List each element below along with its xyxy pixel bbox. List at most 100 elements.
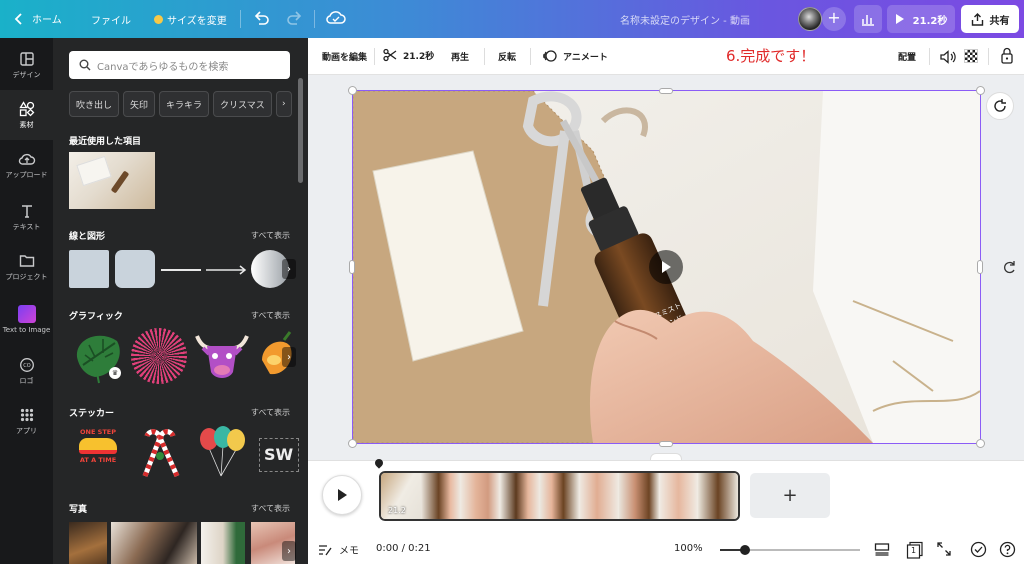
rail-item-text-to-image[interactable]: Text to Image — [0, 294, 53, 344]
sticker-one-step[interactable]: ONE STEP AT A TIME — [71, 428, 125, 478]
rail-item-design[interactable]: デザイン — [0, 40, 53, 90]
sticker-sw-text[interactable]: SW — [259, 438, 299, 472]
trim-button[interactable]: 21.2秒 — [383, 48, 434, 62]
resize-handle-bottom-left[interactable] — [348, 439, 357, 448]
clip-frame — [579, 473, 620, 519]
photo-thumbnail[interactable] — [69, 522, 107, 564]
photo-thumbnail[interactable] — [111, 522, 197, 564]
recent-item-thumbnail[interactable] — [69, 152, 155, 209]
video-play-button[interactable] — [649, 250, 683, 284]
page-count-button[interactable]: 1 — [906, 541, 924, 559]
undo-button[interactable] — [253, 10, 271, 26]
rail-item-apps[interactable]: アプリ — [0, 396, 53, 446]
graphic-bull-head[interactable] — [193, 328, 251, 384]
divider — [988, 48, 989, 65]
edit-video-button[interactable]: 動画を編集 — [322, 50, 367, 63]
home-label: ホーム — [32, 15, 62, 26]
graphics-see-all-link[interactable]: すべて表示 — [251, 310, 290, 321]
timeline-play-button[interactable] — [322, 475, 362, 515]
divider — [484, 48, 485, 65]
resize-button[interactable]: サイズを変更 — [154, 12, 227, 27]
position-button[interactable]: 配置 — [898, 50, 916, 63]
rail-item-elements[interactable]: 素材 — [0, 90, 53, 140]
rail-item-text[interactable]: テキスト — [0, 192, 53, 242]
add-page-button[interactable]: + — [750, 473, 830, 518]
document-title[interactable]: 名称未設定のデザイン - 動画 — [620, 12, 750, 27]
file-menu[interactable]: ファイル — [91, 12, 131, 27]
resize-handle-bottom-right[interactable] — [976, 439, 985, 448]
graphic-monstera-leaf[interactable]: ♛ — [69, 327, 127, 385]
lock-button[interactable] — [1000, 47, 1014, 68]
cloud-save-status[interactable] — [326, 10, 346, 26]
search-input[interactable]: Canvaであらゆるものを検索 — [69, 51, 290, 79]
chips-next-button[interactable]: › — [275, 91, 292, 117]
rail-item-logo[interactable]: CO ロゴ — [0, 346, 53, 396]
clip-frame — [698, 473, 738, 519]
clip-frame — [420, 473, 461, 519]
shoe-icon — [79, 438, 117, 454]
text-icon — [21, 204, 32, 218]
trim-duration-label: 21.2秒 — [403, 51, 435, 62]
svg-text:CO: CO — [23, 363, 30, 369]
search-placeholder: Canvaであらゆるものを検索 — [97, 61, 229, 73]
help-icon — [999, 541, 1016, 558]
photos-see-all-link[interactable]: すべて表示 — [251, 503, 290, 514]
notes-icon — [319, 544, 332, 555]
transparency-button[interactable] — [964, 49, 978, 63]
insights-button[interactable] — [854, 5, 882, 33]
recent-section-title: 最近使用した項目 — [69, 137, 142, 147]
avatar[interactable] — [798, 7, 822, 31]
timeline-video-clip[interactable] — [379, 471, 740, 521]
notes-button[interactable]: メモ — [318, 542, 359, 557]
photo-thumbnail[interactable] — [201, 522, 245, 564]
regenerate-button[interactable] — [986, 92, 1014, 120]
shapes-next-arrow[interactable]: › — [282, 259, 296, 279]
chip-christmas[interactable]: クリスマス — [213, 91, 272, 117]
share-button[interactable]: 共有 — [961, 5, 1019, 33]
invite-button[interactable]: + — [822, 7, 846, 31]
resize-handle-top-right[interactable] — [976, 86, 985, 95]
volume-button[interactable] — [940, 49, 956, 68]
present-play-button[interactable]: 21.2秒 — [887, 5, 955, 33]
timeline-view-button[interactable] — [874, 541, 890, 557]
rail-item-projects[interactable]: プロジェクト — [0, 242, 53, 292]
sticker-candy-canes[interactable] — [133, 426, 187, 478]
clip-duration-label: 21.2 — [388, 506, 406, 515]
resize-handle-top-left[interactable] — [348, 86, 357, 95]
zoom-level[interactable]: 100% — [674, 543, 703, 554]
help-button[interactable] — [999, 541, 1016, 558]
fullscreen-button[interactable] — [936, 541, 952, 557]
check-button[interactable] — [970, 541, 987, 558]
shape-rounded-square[interactable] — [115, 250, 155, 288]
chip-arrow[interactable]: 矢印 — [123, 91, 156, 117]
shape-square[interactable] — [69, 250, 109, 288]
elements-panel: Canvaであらゆるものを検索 吹き出し 矢印 キラキラ クリスマス › 最近使… — [53, 38, 308, 564]
flip-button[interactable]: 反転 — [498, 50, 516, 63]
shapes-see-all-link[interactable]: すべて表示 — [251, 230, 290, 241]
shape-arrow-line[interactable] — [206, 262, 248, 276]
panel-scrollbar[interactable] — [298, 78, 303, 183]
redo-button[interactable] — [285, 10, 303, 26]
chip-sparkle[interactable]: キラキラ — [159, 91, 210, 117]
resize-handle-top[interactable] — [659, 88, 673, 94]
photos-next-arrow[interactable]: › — [282, 541, 296, 561]
resize-handle-bottom[interactable] — [659, 441, 673, 447]
resize-handle-right[interactable] — [977, 260, 983, 274]
graphic-pink-burst[interactable] — [131, 328, 187, 384]
shapes-section-title: 線と図形 — [69, 232, 106, 242]
playback-button[interactable]: 再生 — [451, 50, 469, 63]
editor-toolbar: 動画を編集 21.2秒 再生 反転 アニメート 配置 — [308, 38, 1024, 75]
sticker-balloons[interactable] — [195, 426, 249, 478]
chip-speech-bubble[interactable]: 吹き出し — [69, 91, 120, 117]
check-circle-icon — [970, 541, 987, 558]
search-icon — [79, 59, 91, 71]
resize-handle-left[interactable] — [349, 260, 355, 274]
home-button[interactable]: ホーム — [14, 11, 62, 26]
stickers-see-all-link[interactable]: すべて表示 — [251, 407, 290, 418]
animate-button[interactable]: アニメート — [542, 48, 608, 64]
left-rail: デザイン 素材 アップロード テキスト プロジェクト Text to Image… — [0, 38, 53, 564]
rail-item-uploads[interactable]: アップロード — [0, 140, 53, 190]
shape-line[interactable] — [161, 269, 201, 271]
graphics-next-arrow[interactable]: › — [282, 347, 296, 367]
rotate-button[interactable] — [1003, 259, 1017, 279]
